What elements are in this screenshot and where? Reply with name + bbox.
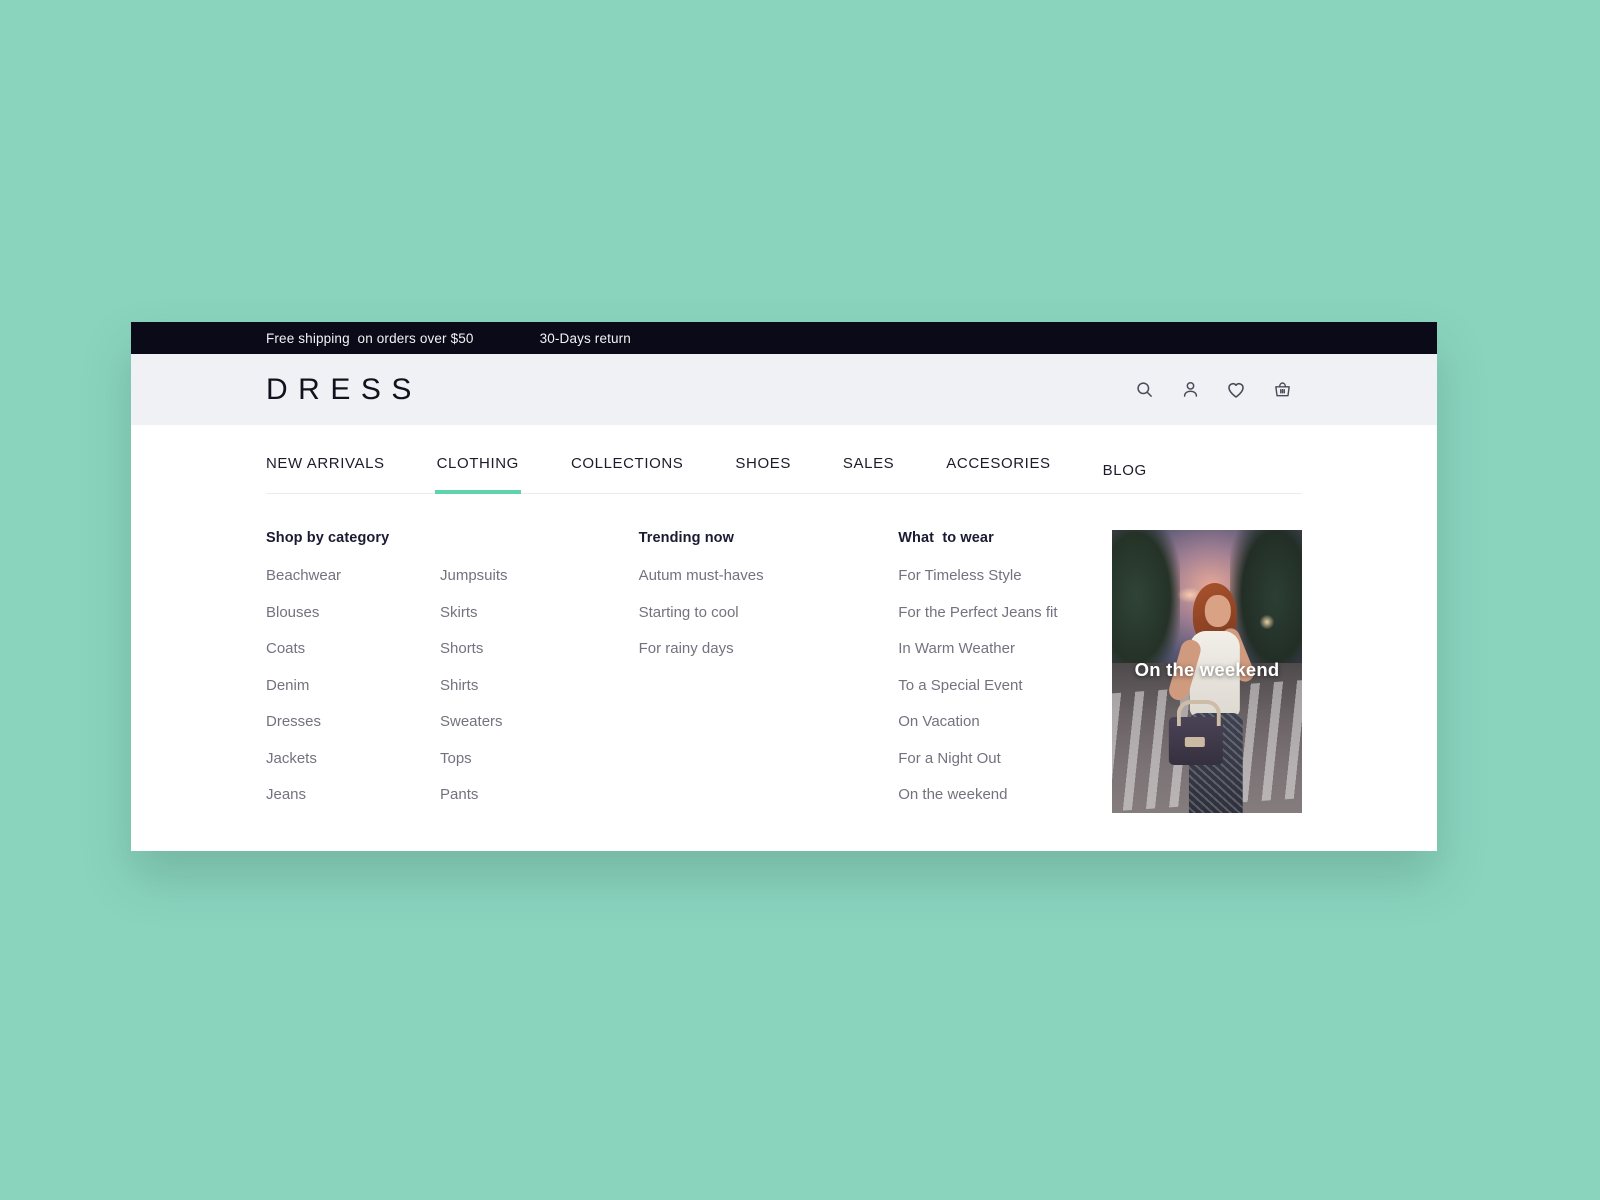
promo-model xyxy=(1163,565,1259,813)
what-to-wear-link[interactable]: For the Perfect Jeans fit xyxy=(898,604,1112,622)
mega-column-trending: Trending now Autum must-haves Starting t… xyxy=(639,530,899,813)
what-to-wear-link[interactable]: On Vacation xyxy=(898,713,1112,731)
promo-image[interactable]: On the weekend xyxy=(1112,530,1302,813)
what-to-wear-link[interactable]: In Warm Weather xyxy=(898,640,1112,658)
what-to-wear-link[interactable]: For Timeless Style xyxy=(898,567,1112,585)
category-column-right: Jumpsuits Skirts Shorts Shirts Sweaters … xyxy=(440,567,614,804)
site-logo[interactable]: DRESS xyxy=(266,373,422,407)
promo-caption: On the weekend xyxy=(1134,659,1280,680)
category-link[interactable]: Pants xyxy=(440,786,614,804)
heart-icon[interactable] xyxy=(1223,377,1249,403)
search-icon[interactable] xyxy=(1131,377,1157,403)
primary-nav-wrapper: NEW ARRIVALS CLOTHING COLLECTIONS SHOES … xyxy=(131,425,1437,494)
category-link[interactable]: Dresses xyxy=(266,713,440,731)
primary-nav: NEW ARRIVALS CLOTHING COLLECTIONS SHOES … xyxy=(266,425,1302,494)
nav-item-collections[interactable]: COLLECTIONS xyxy=(571,455,683,493)
header-icon-group xyxy=(1131,377,1295,403)
category-link[interactable]: Beachwear xyxy=(266,567,440,585)
mega-column-category: Shop by category Beachwear Blouses Coats… xyxy=(266,530,639,813)
mega-menu-panel: Shop by category Beachwear Blouses Coats… xyxy=(131,494,1437,813)
user-icon[interactable] xyxy=(1177,377,1203,403)
trending-heading: Trending now xyxy=(638,530,735,546)
category-link[interactable]: Tops xyxy=(440,750,614,768)
category-column-left: Beachwear Blouses Coats Denim Dresses Ja… xyxy=(266,567,440,804)
trending-link[interactable]: Autum must-haves xyxy=(639,567,899,585)
category-heading: Shop by category xyxy=(266,530,390,546)
site-card: Free shipping on orders over $50 30-Days… xyxy=(131,322,1437,851)
category-link[interactable]: Shirts xyxy=(440,677,614,695)
basket-icon[interactable] xyxy=(1269,377,1295,403)
what-to-wear-heading: What to wear xyxy=(898,530,994,546)
category-link[interactable]: Denim xyxy=(266,677,440,695)
header-bar: DRESS xyxy=(131,354,1437,425)
model-handbag xyxy=(1168,700,1223,765)
what-to-wear-link[interactable]: For a Night Out xyxy=(898,750,1112,768)
category-link[interactable]: Jeans xyxy=(266,786,440,804)
nav-item-blog[interactable]: BLOG xyxy=(1103,462,1147,493)
category-link[interactable]: Sweaters xyxy=(440,713,614,731)
what-to-wear-link[interactable]: On the weekend xyxy=(898,786,1112,804)
category-link[interactable]: Jackets xyxy=(266,750,440,768)
category-link[interactable]: Jumpsuits xyxy=(440,567,614,585)
model-face xyxy=(1204,595,1231,627)
what-to-wear-link[interactable]: To a Special Event xyxy=(898,677,1112,695)
trending-link[interactable]: Starting to cool xyxy=(639,604,899,622)
promo-street-light xyxy=(1259,614,1276,629)
category-link[interactable]: Blouses xyxy=(266,604,440,622)
announcement-bar: Free shipping on orders over $50 30-Days… xyxy=(131,322,1437,354)
category-link-lists: Beachwear Blouses Coats Denim Dresses Ja… xyxy=(266,567,639,804)
shipping-notice: Free shipping on orders over $50 xyxy=(266,330,474,346)
nav-item-sales[interactable]: SALES xyxy=(843,455,894,493)
trending-link[interactable]: For rainy days xyxy=(639,640,899,658)
nav-item-accesories[interactable]: ACCESORIES xyxy=(946,455,1050,493)
category-link[interactable]: Coats xyxy=(266,640,440,658)
category-link[interactable]: Skirts xyxy=(440,604,614,622)
category-link[interactable]: Shorts xyxy=(440,640,614,658)
mega-column-what-to-wear: What to wear For Timeless Style For the … xyxy=(898,530,1112,813)
returns-notice: 30-Days return xyxy=(539,330,631,346)
nav-item-new-arrivals[interactable]: NEW ARRIVALS xyxy=(266,455,385,493)
nav-item-clothing[interactable]: CLOTHING xyxy=(434,455,522,494)
nav-item-shoes[interactable]: SHOES xyxy=(735,455,791,493)
